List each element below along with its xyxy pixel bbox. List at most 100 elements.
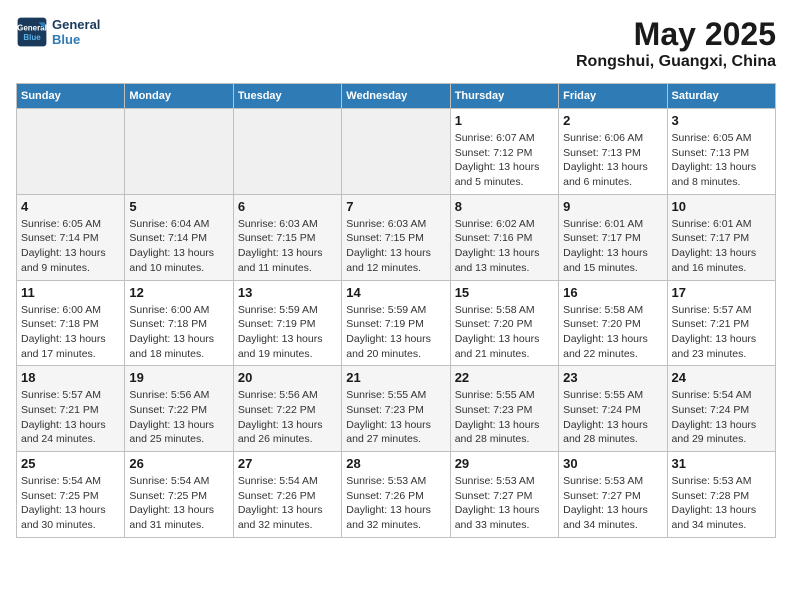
- sunrise-label: Sunrise: 5:56 AM: [129, 389, 209, 401]
- calendar-title: May 2025: [576, 16, 776, 53]
- weekday-header-friday: Friday: [559, 84, 667, 109]
- sunrise-label: Sunrise: 5:53 AM: [672, 475, 752, 487]
- day-info: Sunrise: 6:07 AM Sunset: 7:12 PM Dayligh…: [455, 131, 554, 190]
- daylight-label: Daylight: 13 hours and 18 minutes.: [129, 333, 214, 360]
- day-number: 23: [563, 370, 662, 385]
- calendar-week-row: 1 Sunrise: 6:07 AM Sunset: 7:12 PM Dayli…: [17, 109, 776, 195]
- calendar-cell: 27 Sunrise: 5:54 AM Sunset: 7:26 PM Dayl…: [233, 452, 341, 538]
- calendar-cell: 20 Sunrise: 5:56 AM Sunset: 7:22 PM Dayl…: [233, 366, 341, 452]
- calendar-cell: 19 Sunrise: 5:56 AM Sunset: 7:22 PM Dayl…: [125, 366, 233, 452]
- day-info: Sunrise: 5:58 AM Sunset: 7:20 PM Dayligh…: [563, 303, 662, 362]
- daylight-label: Daylight: 13 hours and 15 minutes.: [563, 247, 648, 274]
- day-info: Sunrise: 6:01 AM Sunset: 7:17 PM Dayligh…: [563, 217, 662, 276]
- sunset-label: Sunset: 7:24 PM: [563, 404, 641, 416]
- calendar-cell: 21 Sunrise: 5:55 AM Sunset: 7:23 PM Dayl…: [342, 366, 450, 452]
- sunset-label: Sunset: 7:28 PM: [672, 490, 750, 502]
- logo-text-general: General: [52, 17, 100, 32]
- sunrise-label: Sunrise: 5:53 AM: [346, 475, 426, 487]
- sunrise-label: Sunrise: 5:54 AM: [129, 475, 209, 487]
- day-number: 1: [455, 113, 554, 128]
- sunset-label: Sunset: 7:21 PM: [21, 404, 99, 416]
- sunrise-label: Sunrise: 6:01 AM: [672, 218, 752, 230]
- daylight-label: Daylight: 13 hours and 32 minutes.: [346, 504, 431, 531]
- sunrise-label: Sunrise: 5:53 AM: [563, 475, 643, 487]
- day-number: 28: [346, 456, 445, 471]
- sunset-label: Sunset: 7:13 PM: [672, 147, 750, 159]
- daylight-label: Daylight: 13 hours and 28 minutes.: [563, 419, 648, 446]
- sunrise-label: Sunrise: 5:54 AM: [238, 475, 318, 487]
- sunrise-label: Sunrise: 6:03 AM: [238, 218, 318, 230]
- calendar-cell: 5 Sunrise: 6:04 AM Sunset: 7:14 PM Dayli…: [125, 194, 233, 280]
- sunrise-label: Sunrise: 5:53 AM: [455, 475, 535, 487]
- sunset-label: Sunset: 7:19 PM: [346, 318, 424, 330]
- day-info: Sunrise: 6:00 AM Sunset: 7:18 PM Dayligh…: [129, 303, 228, 362]
- sunrise-label: Sunrise: 5:59 AM: [238, 304, 318, 316]
- svg-text:Blue: Blue: [23, 33, 41, 42]
- sunset-label: Sunset: 7:14 PM: [129, 232, 207, 244]
- calendar-cell: [233, 109, 341, 195]
- calendar-cell: 3 Sunrise: 6:05 AM Sunset: 7:13 PM Dayli…: [667, 109, 775, 195]
- day-info: Sunrise: 6:05 AM Sunset: 7:14 PM Dayligh…: [21, 217, 120, 276]
- sunset-label: Sunset: 7:27 PM: [563, 490, 641, 502]
- calendar-cell: 18 Sunrise: 5:57 AM Sunset: 7:21 PM Dayl…: [17, 366, 125, 452]
- sunrise-label: Sunrise: 5:54 AM: [21, 475, 101, 487]
- day-info: Sunrise: 6:03 AM Sunset: 7:15 PM Dayligh…: [238, 217, 337, 276]
- day-info: Sunrise: 5:54 AM Sunset: 7:26 PM Dayligh…: [238, 474, 337, 533]
- weekday-header-monday: Monday: [125, 84, 233, 109]
- daylight-label: Daylight: 13 hours and 27 minutes.: [346, 419, 431, 446]
- day-number: 29: [455, 456, 554, 471]
- calendar-cell: 11 Sunrise: 6:00 AM Sunset: 7:18 PM Dayl…: [17, 280, 125, 366]
- sunrise-label: Sunrise: 6:05 AM: [21, 218, 101, 230]
- calendar-cell: 16 Sunrise: 5:58 AM Sunset: 7:20 PM Dayl…: [559, 280, 667, 366]
- sunset-label: Sunset: 7:21 PM: [672, 318, 750, 330]
- day-number: 11: [21, 285, 120, 300]
- sunset-label: Sunset: 7:18 PM: [129, 318, 207, 330]
- daylight-label: Daylight: 13 hours and 16 minutes.: [672, 247, 757, 274]
- sunrise-label: Sunrise: 6:07 AM: [455, 132, 535, 144]
- day-info: Sunrise: 5:56 AM Sunset: 7:22 PM Dayligh…: [238, 388, 337, 447]
- sunset-label: Sunset: 7:20 PM: [563, 318, 641, 330]
- sunset-label: Sunset: 7:25 PM: [21, 490, 99, 502]
- sunset-label: Sunset: 7:13 PM: [563, 147, 641, 159]
- daylight-label: Daylight: 13 hours and 6 minutes.: [563, 161, 648, 188]
- daylight-label: Daylight: 13 hours and 31 minutes.: [129, 504, 214, 531]
- sunset-label: Sunset: 7:22 PM: [238, 404, 316, 416]
- day-number: 5: [129, 199, 228, 214]
- day-number: 14: [346, 285, 445, 300]
- calendar-week-row: 18 Sunrise: 5:57 AM Sunset: 7:21 PM Dayl…: [17, 366, 776, 452]
- sunrise-label: Sunrise: 6:01 AM: [563, 218, 643, 230]
- sunset-label: Sunset: 7:17 PM: [563, 232, 641, 244]
- daylight-label: Daylight: 13 hours and 21 minutes.: [455, 333, 540, 360]
- day-info: Sunrise: 6:04 AM Sunset: 7:14 PM Dayligh…: [129, 217, 228, 276]
- day-info: Sunrise: 5:55 AM Sunset: 7:24 PM Dayligh…: [563, 388, 662, 447]
- sunset-label: Sunset: 7:14 PM: [21, 232, 99, 244]
- day-number: 3: [672, 113, 771, 128]
- sunrise-label: Sunrise: 6:03 AM: [346, 218, 426, 230]
- calendar-subtitle: Rongshui, Guangxi, China: [576, 53, 776, 71]
- sunrise-label: Sunrise: 5:55 AM: [563, 389, 643, 401]
- daylight-label: Daylight: 13 hours and 32 minutes.: [238, 504, 323, 531]
- day-info: Sunrise: 5:56 AM Sunset: 7:22 PM Dayligh…: [129, 388, 228, 447]
- sunset-label: Sunset: 7:26 PM: [238, 490, 316, 502]
- day-info: Sunrise: 6:03 AM Sunset: 7:15 PM Dayligh…: [346, 217, 445, 276]
- calendar-cell: 28 Sunrise: 5:53 AM Sunset: 7:26 PM Dayl…: [342, 452, 450, 538]
- weekday-header-row: SundayMondayTuesdayWednesdayThursdayFrid…: [17, 84, 776, 109]
- day-info: Sunrise: 5:59 AM Sunset: 7:19 PM Dayligh…: [346, 303, 445, 362]
- sunset-label: Sunset: 7:17 PM: [672, 232, 750, 244]
- sunset-label: Sunset: 7:24 PM: [672, 404, 750, 416]
- calendar-cell: 7 Sunrise: 6:03 AM Sunset: 7:15 PM Dayli…: [342, 194, 450, 280]
- day-number: 18: [21, 370, 120, 385]
- day-number: 7: [346, 199, 445, 214]
- sunset-label: Sunset: 7:15 PM: [346, 232, 424, 244]
- day-info: Sunrise: 5:59 AM Sunset: 7:19 PM Dayligh…: [238, 303, 337, 362]
- daylight-label: Daylight: 13 hours and 29 minutes.: [672, 419, 757, 446]
- calendar-cell: 26 Sunrise: 5:54 AM Sunset: 7:25 PM Dayl…: [125, 452, 233, 538]
- sunset-label: Sunset: 7:16 PM: [455, 232, 533, 244]
- day-info: Sunrise: 5:53 AM Sunset: 7:26 PM Dayligh…: [346, 474, 445, 533]
- calendar-cell: 6 Sunrise: 6:03 AM Sunset: 7:15 PM Dayli…: [233, 194, 341, 280]
- calendar-cell: 15 Sunrise: 5:58 AM Sunset: 7:20 PM Dayl…: [450, 280, 558, 366]
- day-info: Sunrise: 6:02 AM Sunset: 7:16 PM Dayligh…: [455, 217, 554, 276]
- sunrise-label: Sunrise: 5:58 AM: [455, 304, 535, 316]
- sunrise-label: Sunrise: 6:02 AM: [455, 218, 535, 230]
- weekday-header-saturday: Saturday: [667, 84, 775, 109]
